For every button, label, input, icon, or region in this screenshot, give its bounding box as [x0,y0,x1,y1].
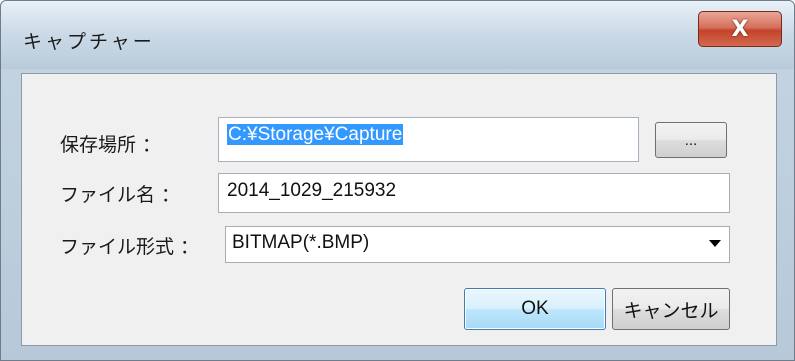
save-location-value: C:¥Storage¥Capture [227,124,404,145]
close-button[interactable]: X [698,11,782,47]
ok-button[interactable]: OK [464,288,606,330]
capture-dialog: キャプチャー X 保存場所 ： C:¥Storage¥Capture ... フ… [0,0,795,361]
browse-button[interactable]: ... [655,122,727,158]
file-format-select[interactable]: BITMAP(*.BMP) [225,226,730,263]
title-bar[interactable]: キャプチャー X [1,1,794,69]
file-name-input[interactable]: 2014_1029_215932 [218,173,730,213]
file-format-label: ファイル形式 ： [60,236,200,258]
cancel-button-label: キャンセル [623,300,719,322]
file-name-label: ファイル名 ： [60,184,181,206]
dialog-body: 保存場所 ： C:¥Storage¥Capture ... ファイル名 ： 20… [21,73,777,346]
file-name-value: 2014_1029_215932 [227,180,397,201]
close-icon: X [731,16,749,42]
save-location-label: 保存場所 ： [60,134,162,156]
browse-button-label: ... [684,131,698,149]
window-title: キャプチャー [23,31,155,53]
file-format-selected: BITMAP(*.BMP) [232,232,370,253]
chevron-down-icon [709,240,721,247]
cancel-button[interactable]: キャンセル [612,288,730,330]
save-location-field[interactable]: C:¥Storage¥Capture [218,117,639,162]
ok-button-label: OK [521,298,549,319]
